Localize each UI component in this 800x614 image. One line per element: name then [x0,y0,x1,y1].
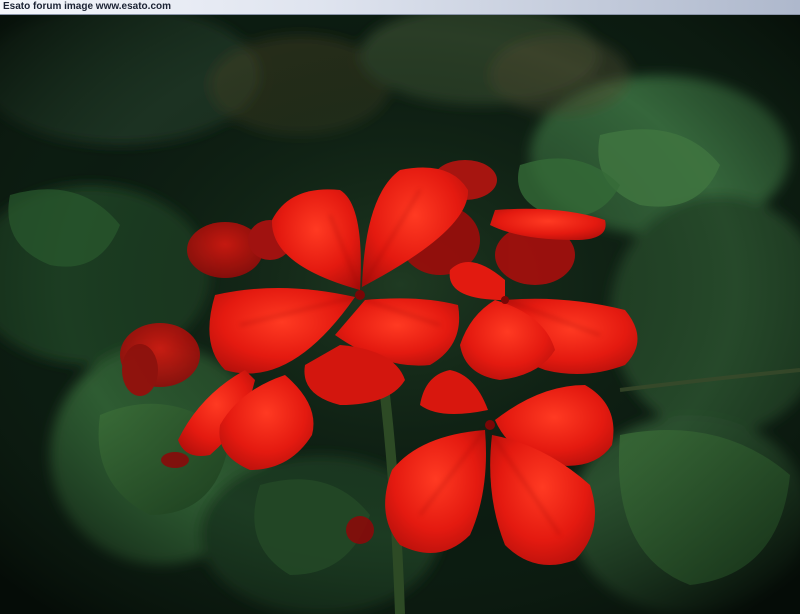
watermark-banner: Esato forum image www.esato.com [0,0,800,15]
flower-photo [0,15,800,614]
image-frame: Esato forum image www.esato.com [0,0,800,614]
watermark-text: Esato forum image www.esato.com [3,1,172,12]
